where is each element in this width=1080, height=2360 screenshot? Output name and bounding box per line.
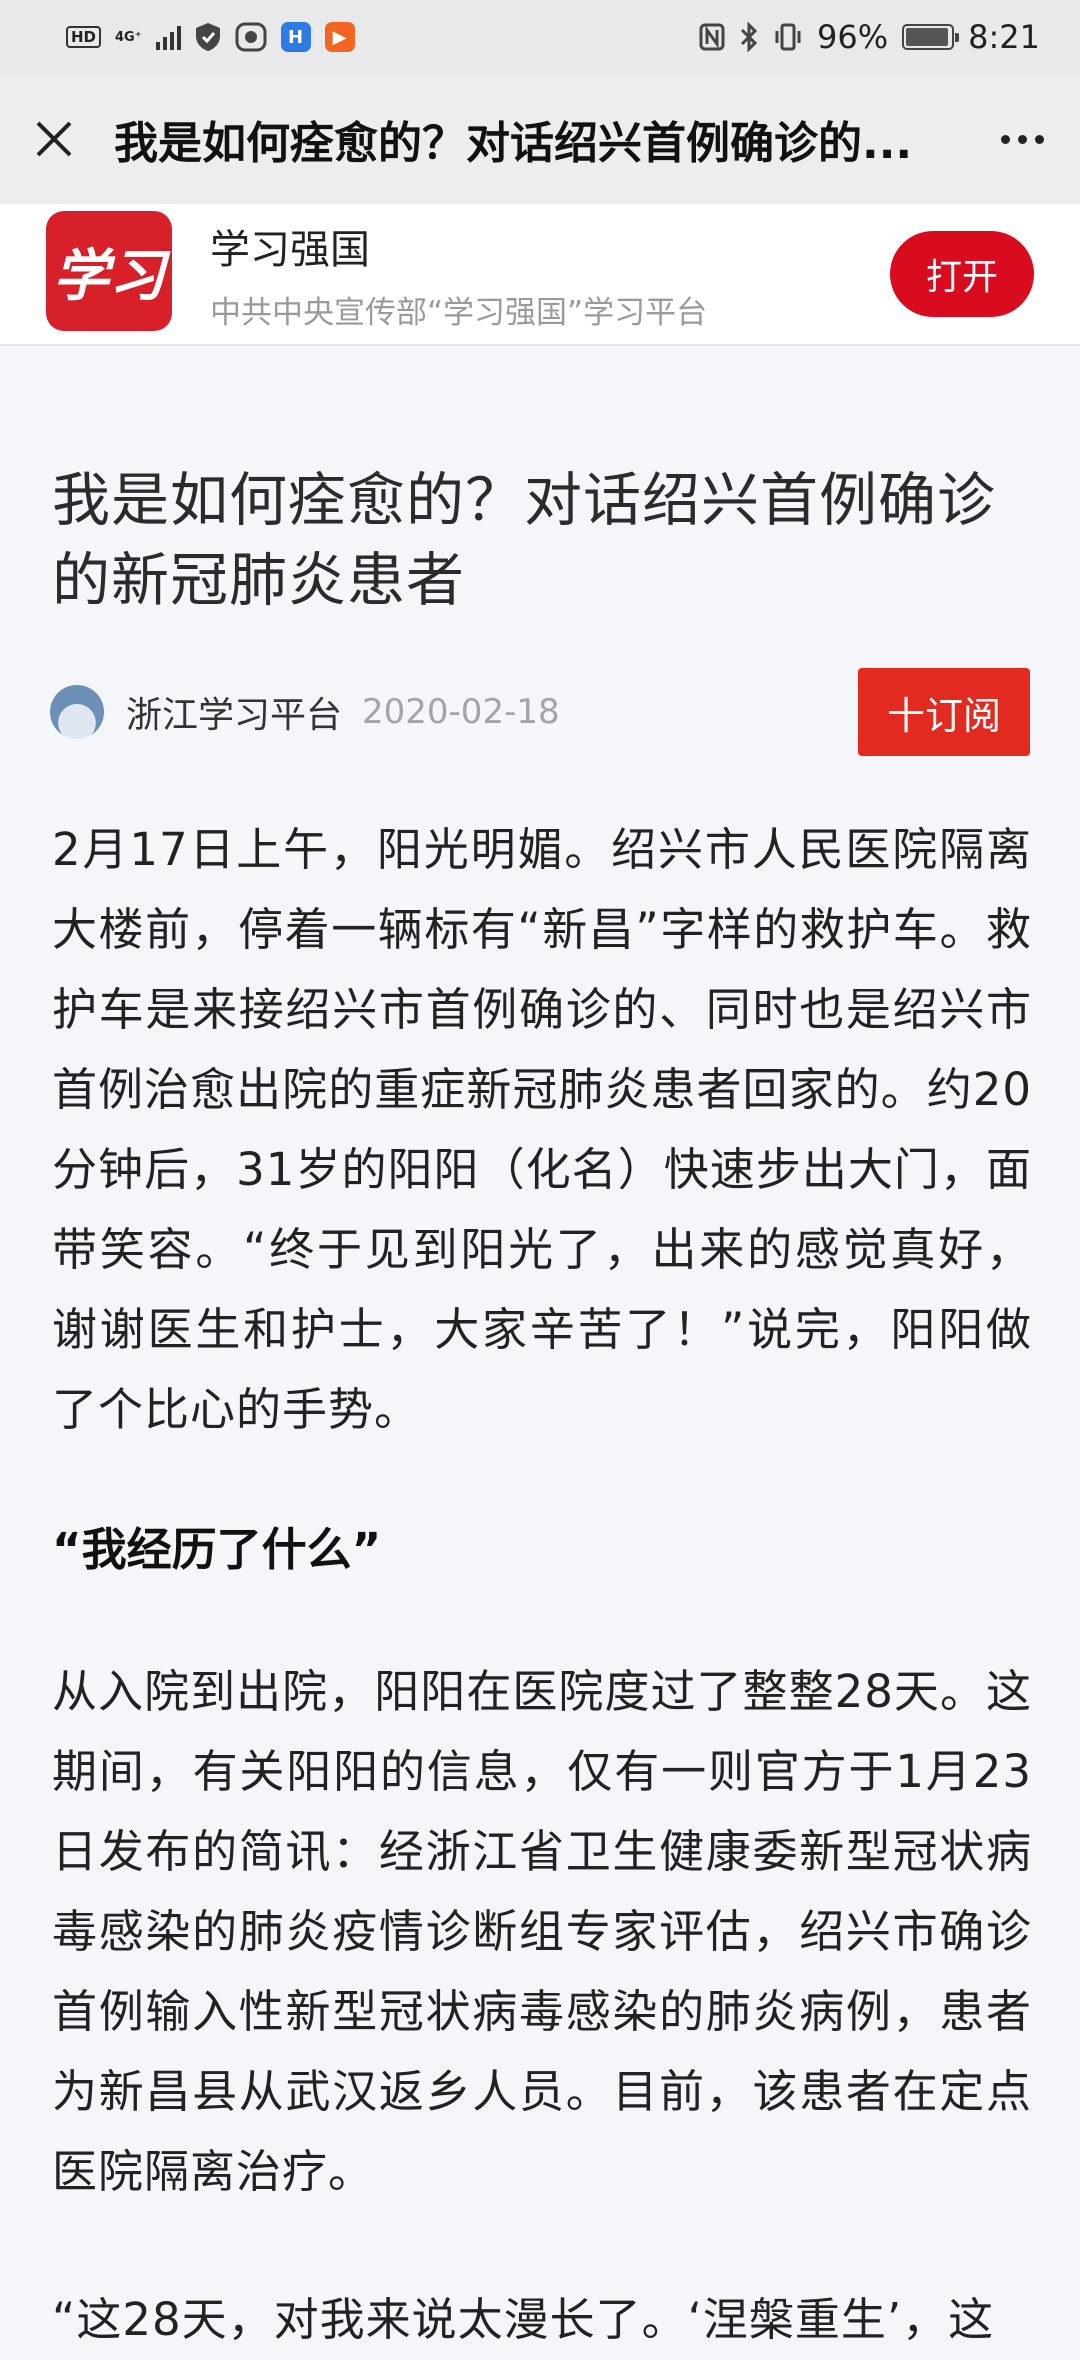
article-paragraph: 从入院到出院，阳阳在医院度过了整整28天。这期间，有关阳阳的信息，仅有一则官方于…	[52, 1665, 1032, 2198]
status-bar: HD 4G⁺ H ▶ 96% 8:21	[0, 0, 1080, 74]
signal-icon	[155, 24, 181, 50]
status-right-icons: 96% 8:21	[699, 18, 1040, 56]
app-icon-blue: H	[280, 22, 311, 52]
app-icon-orange: ▶	[324, 22, 355, 52]
vibrate-icon	[773, 22, 803, 52]
article-paragraph: “这28天，对我来说太漫长了。‘涅槃重生’，这	[52, 2293, 995, 2346]
app-icon	[235, 22, 267, 52]
app-logo: 学习	[46, 211, 172, 331]
nfc-icon	[699, 23, 725, 51]
title-bar: 我是如何痊愈的？对话绍兴首例确诊的...	[0, 74, 1080, 204]
app-info: 学习强国 中共中央宣传部“学习强国”学习平台	[210, 217, 890, 332]
shield-icon	[195, 22, 221, 52]
battery-percent: 96%	[817, 18, 889, 56]
app-download-banner: 学习 学习强国 中共中央宣传部“学习强国”学习平台 打开	[0, 204, 1080, 346]
avatar[interactable]	[50, 685, 104, 739]
status-left-icons: HD 4G⁺ H ▶	[66, 22, 355, 52]
page-title: 我是如何痊愈的？对话绍兴首例确诊的...	[114, 118, 913, 169]
app-description: 中共中央宣传部“学习强国”学习平台	[210, 294, 708, 331]
app-name: 学习强国	[210, 226, 370, 273]
publish-date: 2020-02-18	[362, 692, 560, 732]
open-app-button[interactable]: 打开	[890, 231, 1034, 317]
section-heading: “我经历了什么”	[52, 1523, 382, 1576]
subscribe-button[interactable]: 十订阅	[858, 668, 1030, 756]
article-meta: 浙江学习平台 2020-02-18 十订阅	[50, 668, 1030, 756]
clock: 8:21	[968, 18, 1040, 56]
article-title: 我是如何痊愈的？对话绍兴首例确诊的新冠肺炎患者	[52, 466, 997, 614]
battery-icon	[902, 24, 960, 50]
app-logo-text: 学习	[53, 242, 165, 309]
close-icon[interactable]	[28, 113, 80, 165]
network-type-icon: 4G⁺	[115, 29, 142, 45]
more-icon[interactable]	[992, 113, 1052, 165]
article-paragraph: 2月17日上午，阳光明媚。绍兴市人民医院隔离大楼前，停着一辆标有“新昌”字样的救…	[52, 823, 1032, 1436]
author-name[interactable]: 浙江学习平台	[126, 686, 342, 738]
bluetooth-icon	[739, 22, 759, 52]
hd-icon: HD	[66, 26, 102, 48]
